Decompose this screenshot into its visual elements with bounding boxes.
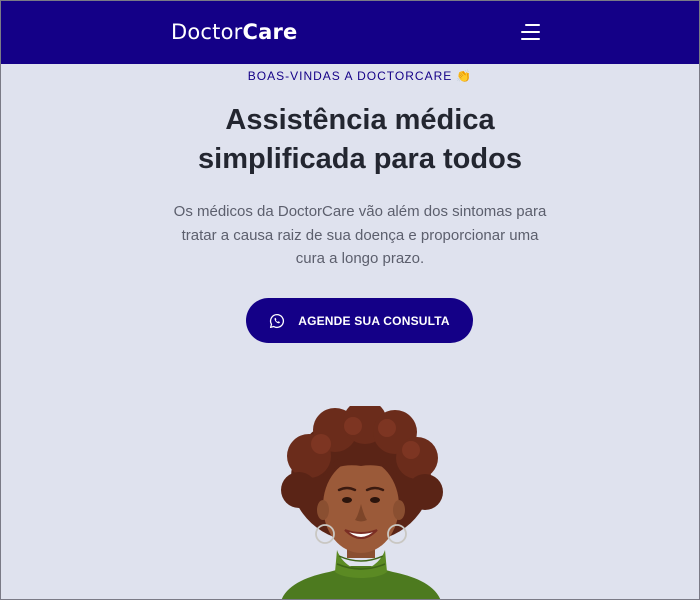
logo-text-light: Doctor — [171, 20, 243, 44]
smiling-woman-photo — [281, 406, 443, 599]
hero-description: Os médicos da DoctorCare vão além dos si… — [166, 200, 554, 271]
menu-line — [521, 38, 540, 40]
clapping-hands-icon: 👏 — [456, 69, 473, 83]
logo-text-bold: Care — [242, 20, 298, 44]
brand-logo[interactable]: DoctorCare — [171, 20, 297, 44]
menu-line — [521, 31, 540, 33]
menu-line — [525, 24, 540, 26]
top-navbar: DoctorCare — [1, 1, 699, 64]
welcome-eyebrow: BOAS-VINDAS A DOCTORCARE 👏 — [1, 69, 699, 83]
hamburger-menu-icon[interactable] — [517, 19, 545, 47]
whatsapp-icon — [270, 313, 285, 328]
schedule-appointment-button[interactable]: AGENDE SUA CONSULTA — [246, 298, 473, 343]
hero-description-line: cura a longo prazo. — [295, 250, 425, 267]
welcome-text: BOAS-VINDAS A DOCTORCARE — [247, 69, 453, 83]
hero-title-line: Assistência médica — [225, 104, 495, 136]
hero-description-line: Os médicos da DoctorCare vão além dos si… — [173, 203, 547, 220]
schedule-appointment-label: AGENDE SUA CONSULTA — [298, 313, 450, 328]
hero-description-line: tratar a causa raiz de sua doença e prop… — [181, 226, 539, 244]
page: DoctorCare BOAS-VINDAS A DOCTORCARE 👏 Ass… — [0, 0, 700, 600]
hero-title: Assistência médica simplificada para tod… — [1, 101, 699, 179]
hero-title-line: simplificada para todos — [198, 143, 522, 175]
